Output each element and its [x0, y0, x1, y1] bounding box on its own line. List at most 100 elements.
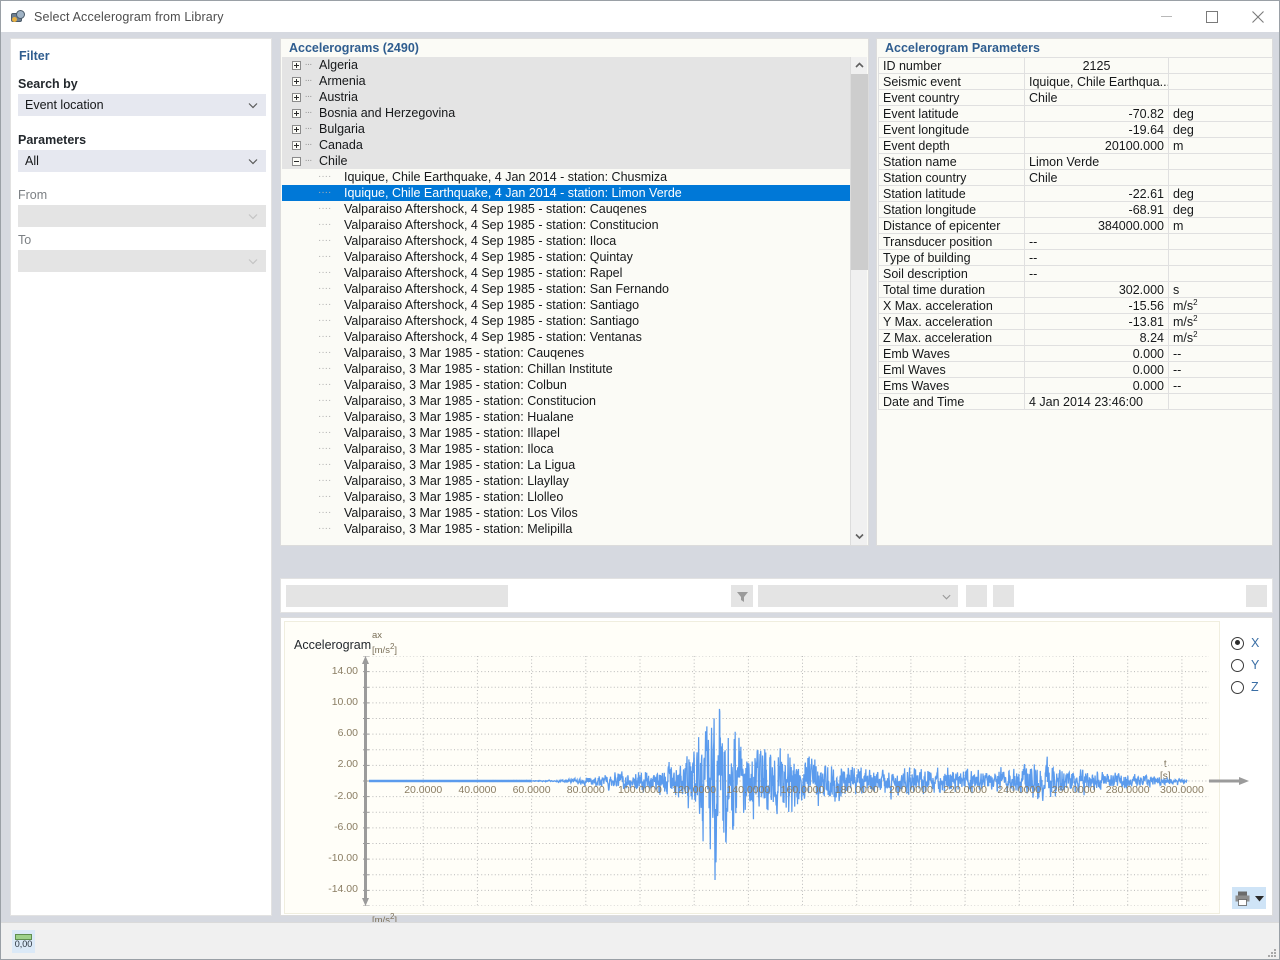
parameter-unit [1168, 57, 1273, 74]
print-button[interactable] [1232, 887, 1266, 909]
tree-connector: ··· [304, 123, 313, 134]
tree-leaf-row[interactable]: ···· Valparaiso Aftershock, 4 Sep 1985 - … [282, 297, 852, 313]
tree-leaf-row[interactable]: ···· Valparaiso, 3 Mar 1985 - station: Hu… [282, 409, 852, 425]
y-tick-label: -6.00 [334, 820, 358, 833]
radio-dot-x [1231, 636, 1244, 650]
tree-leaf-row[interactable]: ···· Iquique, Chile Earthquake, 4 Jan 201… [282, 185, 852, 201]
chart-plot-area: ax [m/s2] [m/s2] t [s] 14.00 10.00 6.00 2.00-… [312, 630, 1249, 926]
tree-leaf-row[interactable]: ···· Valparaiso, 3 Mar 1985 - station: Ll… [282, 489, 852, 505]
tree-connector: ···· [318, 299, 332, 310]
dialog-window: Select Accelerogram from Library Filter … [0, 0, 1280, 960]
tree-group-row[interactable]: ··· Austria [282, 89, 852, 105]
parameters-row: Z Max. acceleration 8.24 m/s2 [878, 329, 1273, 347]
tree-group-row[interactable]: ··· Bulgaria [282, 121, 852, 137]
from-select[interactable] [18, 205, 266, 227]
from-label: From [18, 188, 48, 202]
tree-leaf-row[interactable]: ···· Valparaiso Aftershock, 4 Sep 1985 - … [282, 313, 852, 329]
tree-leaf-row[interactable]: ···· Valparaiso, 3 Mar 1985 - station: Co… [282, 377, 852, 393]
parameter-unit: deg [1168, 185, 1273, 202]
tree-group-row[interactable]: ··· Bosnia and Herzegovina [282, 105, 852, 121]
tree-leaf-row[interactable]: ···· Valparaiso, 3 Mar 1985 - station: Lo… [282, 505, 852, 521]
expand-toggle-icon[interactable] [292, 124, 301, 134]
parameters-label: Parameters [18, 133, 87, 147]
parameter-value: -- [1024, 249, 1169, 266]
resize-grip-icon[interactable] [1266, 947, 1278, 959]
tree-leaf-row[interactable]: ···· Valparaiso, 3 Mar 1985 - station: Il… [282, 441, 852, 457]
tree-item-label: Valparaiso, 3 Mar 1985 - station: Llayll… [344, 474, 569, 488]
tree-leaf-row[interactable]: ···· Valparaiso Aftershock, 4 Sep 1985 - … [282, 217, 852, 233]
tree-item-label: Valparaiso, 3 Mar 1985 - station: Cauqen… [344, 346, 585, 360]
tree-group-row[interactable]: ··· Canada [282, 137, 852, 153]
accelerogram-tree[interactable]: ··· Algeria ··· Armenia ··· Austria ··· Bosnia … [282, 57, 852, 545]
tree-leaf-row[interactable]: ···· Valparaiso, 3 Mar 1985 - station: Ll… [282, 473, 852, 489]
tree-leaf-row[interactable]: ···· Valparaiso Aftershock, 4 Sep 1985 - … [282, 201, 852, 217]
collapse-toggle-icon[interactable] [292, 156, 301, 166]
parameters-value: All [25, 154, 39, 168]
tree-search-input[interactable] [286, 585, 508, 607]
parameters-select[interactable]: All [18, 150, 266, 172]
expand-toggle-icon[interactable] [292, 60, 301, 70]
close-button[interactable] [1235, 1, 1279, 32]
tree-leaf-row[interactable]: ···· Valparaiso, 3 Mar 1985 - station: Co… [282, 393, 852, 409]
tree-scrollbar[interactable] [850, 57, 868, 545]
tree-item-label: Armenia [319, 74, 366, 88]
tree-sort-select[interactable] [758, 585, 958, 607]
toolbar-button-3[interactable] [1246, 585, 1267, 607]
parameters-row: Soil description -- [878, 265, 1273, 282]
tree-toolbar [280, 578, 1273, 613]
radio-option-z[interactable]: Z [1231, 676, 1271, 698]
y-tick-label: -14.00 [328, 883, 358, 896]
expand-toggle-icon[interactable] [292, 92, 301, 102]
scroll-thumb[interactable] [851, 74, 868, 270]
tree-leaf-row[interactable]: ···· Valparaiso Aftershock, 4 Sep 1985 - … [282, 233, 852, 249]
tree-connector: ···· [318, 171, 332, 182]
parameter-unit: deg [1168, 201, 1273, 218]
minimize-button[interactable] [1143, 1, 1189, 32]
tree-item-label: Valparaiso, 3 Mar 1985 - station: Hualan… [344, 410, 574, 424]
tree-group-row[interactable]: ··· Armenia [282, 73, 852, 89]
chart-frame: Accelerogram ax [m/s2] [m/s2] t [s] 14.0… [284, 621, 1249, 926]
filter-funnel-button[interactable] [731, 585, 753, 607]
tree-leaf-row[interactable]: ···· Valparaiso, 3 Mar 1985 - station: Ca… [282, 345, 852, 361]
tree-leaf-row[interactable]: ···· Iquique, Chile Earthquake, 4 Jan 201… [282, 169, 852, 185]
search-by-select[interactable]: Event location [18, 94, 266, 116]
parameter-value: 4 Jan 2014 23:46:00 [1024, 393, 1169, 411]
toolbar-button-1[interactable] [966, 585, 987, 607]
tree-leaf-row[interactable]: ···· Valparaiso Aftershock, 4 Sep 1985 - … [282, 329, 852, 345]
tree-leaf-row[interactable]: ···· Valparaiso, 3 Mar 1985 - station: Ch… [282, 361, 852, 377]
toolbar-button-2[interactable] [993, 585, 1014, 607]
parameter-value: 20100.000 [1024, 137, 1169, 154]
to-select[interactable] [18, 250, 266, 272]
maximize-icon [1206, 10, 1218, 23]
tree-connector: ···· [318, 219, 332, 230]
parameter-value: Chile [1024, 169, 1169, 186]
parameter-key: Ems Waves [878, 377, 1025, 395]
tree-group-row[interactable]: ··· Chile [282, 153, 852, 169]
parameter-value: Limon Verde [1024, 153, 1169, 170]
scroll-down-button[interactable] [851, 528, 868, 545]
parameter-value: Chile [1024, 89, 1169, 106]
maximize-button[interactable] [1189, 1, 1235, 32]
tree-connector: ···· [318, 187, 332, 198]
tree-leaf-row[interactable]: ···· Valparaiso, 3 Mar 1985 - station: Me… [282, 521, 852, 537]
tree-leaf-row[interactable]: ···· Valparaiso Aftershock, 4 Sep 1985 - … [282, 281, 852, 297]
radio-option-x[interactable]: X [1231, 632, 1271, 654]
tree-leaf-row[interactable]: ···· Valparaiso, 3 Mar 1985 - station: La… [282, 457, 852, 473]
tree-item-label: Valparaiso, 3 Mar 1985 - station: Colbun [344, 378, 567, 392]
tree-leaf-row[interactable]: ···· Valparaiso, 3 Mar 1985 - station: Il… [282, 425, 852, 441]
y-tick-label: 14.00 [331, 664, 358, 677]
scroll-up-button[interactable] [851, 57, 868, 74]
parameter-value: 2125 [1024, 57, 1169, 74]
tree-item-label: Valparaiso Aftershock, 4 Sep 1985 - stat… [344, 234, 617, 248]
unit-precision-button[interactable]: 0,00 [12, 930, 35, 953]
radio-dot-y [1231, 658, 1244, 672]
expand-toggle-icon[interactable] [292, 108, 301, 118]
parameter-unit [1168, 233, 1273, 250]
tree-leaf-row[interactable]: ···· Valparaiso Aftershock, 4 Sep 1985 - … [282, 249, 852, 265]
tree-leaf-row[interactable]: ···· Valparaiso Aftershock, 4 Sep 1985 - … [282, 265, 852, 281]
radio-option-y[interactable]: Y [1231, 654, 1271, 676]
expand-toggle-icon[interactable] [292, 140, 301, 150]
expand-toggle-icon[interactable] [292, 76, 301, 86]
parameters-row: Type of building -- [878, 249, 1273, 266]
tree-group-row[interactable]: ··· Algeria [282, 57, 852, 73]
